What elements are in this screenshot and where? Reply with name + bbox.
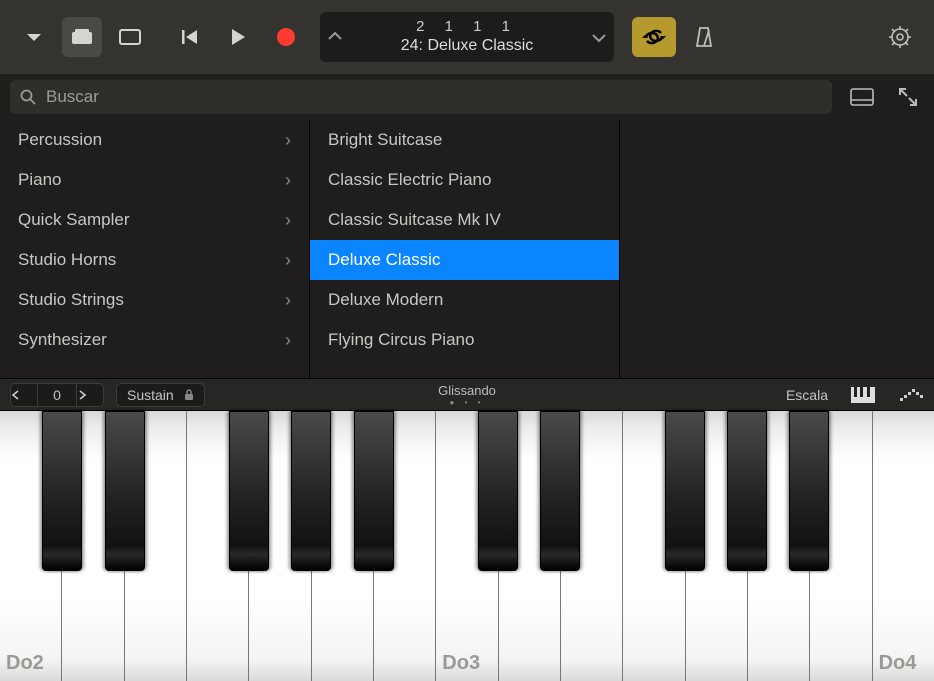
prev-track-button[interactable] [320,31,350,43]
keyboard-mode-indicator[interactable]: Glissando ● • • [438,383,496,407]
view-toggle-button[interactable] [846,82,878,112]
note-label: Do4 [879,652,917,675]
search-row: Buscar [0,74,934,120]
playhead-position: 2 1 1 1 [350,18,584,36]
octave-up-button[interactable] [77,390,103,400]
black-key[interactable] [354,411,394,571]
black-key[interactable] [789,411,829,571]
preset-row[interactable]: Deluxe Classic [310,240,619,280]
top-toolbar: 2 1 1 1 24: Deluxe Classic [0,0,934,74]
category-row[interactable]: Studio Horns› [0,240,309,280]
note-label: Do3 [442,652,480,675]
octave-stepper[interactable]: 0 [10,383,104,407]
preset-row[interactable]: Bright Suitcase [310,120,619,160]
black-key[interactable] [105,411,145,571]
black-key[interactable] [665,411,705,571]
black-key[interactable] [478,411,518,571]
page-dots: ● • • [438,398,496,407]
metronome-button[interactable] [684,17,724,57]
category-row[interactable]: Piano› [0,160,309,200]
search-placeholder: Buscar [46,87,99,107]
black-key[interactable] [540,411,580,571]
view-menu-button[interactable] [14,17,54,57]
preset-row[interactable]: Classic Electric Piano [310,160,619,200]
fx-button[interactable] [110,17,150,57]
track-name: 24: Deluxe Classic [350,36,584,55]
sound-browser: Percussion›Piano›Quick Sampler›Studio Ho… [0,120,934,378]
cycle-button[interactable] [632,17,676,57]
lcd-display: 2 1 1 1 24: Deluxe Classic [320,12,614,62]
keyboard-control-bar: 0 Sustain Glissando ● • • Escala [0,378,934,410]
scale-button[interactable]: Escala [786,387,828,403]
preset-row[interactable]: Classic Suitcase Mk IV [310,200,619,240]
preset-row[interactable]: Deluxe Modern [310,280,619,320]
category-row[interactable]: Studio Strings› [0,280,309,320]
black-key[interactable] [727,411,767,571]
settings-button[interactable] [880,17,920,57]
category-row[interactable]: Quick Sampler› [0,200,309,240]
category-column: Percussion›Piano›Quick Sampler›Studio Ho… [0,120,310,378]
category-row[interactable]: Percussion› [0,120,309,160]
fullscreen-button[interactable] [892,82,924,112]
browser-button[interactable] [62,17,102,57]
search-input[interactable]: Buscar [10,80,832,114]
preset-column: Bright SuitcaseClassic Electric PianoCla… [310,120,620,378]
lock-icon [184,389,194,401]
search-icon [20,89,36,105]
keyboard-mode-label: Glissando [438,383,496,398]
keyboard-layout-arpeggio-button[interactable] [898,385,924,405]
play-button[interactable] [218,17,258,57]
lcd-center[interactable]: 2 1 1 1 24: Deluxe Classic [350,18,584,55]
preset-row[interactable]: Flying Circus Piano [310,320,619,360]
next-track-button[interactable] [584,31,614,43]
record-button[interactable] [266,17,306,57]
note-label: Do2 [6,652,44,675]
octave-value: 0 [37,384,77,406]
sustain-button[interactable]: Sustain [116,383,205,407]
piano-keyboard[interactable]: Do2 Do3 Do4 [0,410,934,681]
browser-empty-area [620,120,934,378]
keyboard-layout-piano-button[interactable] [850,385,876,405]
black-key[interactable] [291,411,331,571]
black-key[interactable] [42,411,82,571]
sustain-label: Sustain [127,387,174,403]
category-row[interactable]: Synthesizer› [0,320,309,360]
black-key[interactable] [229,411,269,571]
go-to-start-button[interactable] [170,17,210,57]
octave-down-button[interactable] [11,390,37,400]
